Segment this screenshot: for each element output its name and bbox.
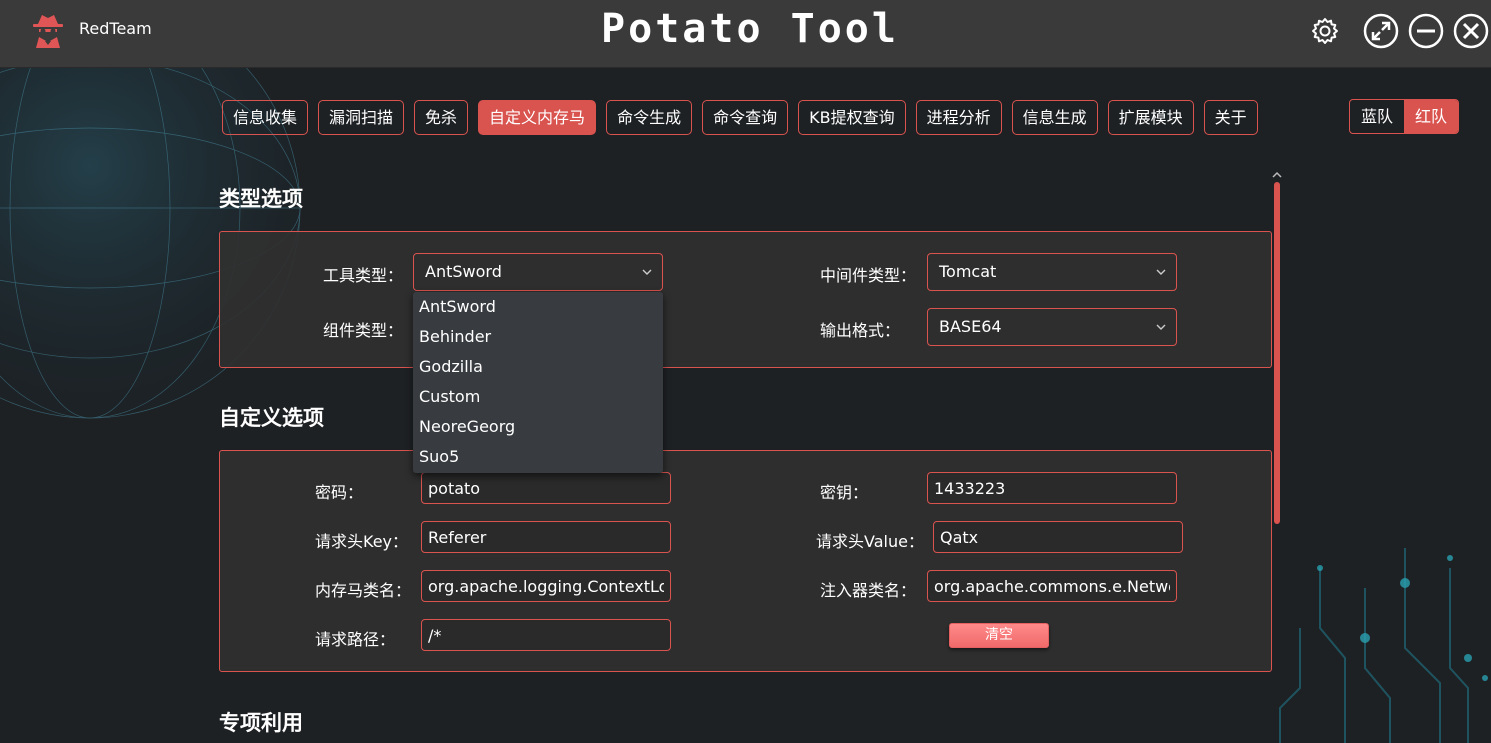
shell-class-input[interactable] xyxy=(421,570,671,602)
tab-command-gen[interactable]: 命令生成 xyxy=(606,100,693,135)
maximize-button[interactable] xyxy=(1363,13,1399,49)
middleware-type-select[interactable]: Tomcat xyxy=(927,253,1177,291)
injector-class-input[interactable] xyxy=(927,570,1177,602)
tab-kb-query[interactable]: KB提权查询 xyxy=(798,100,906,135)
close-button[interactable] xyxy=(1453,13,1489,49)
tab-extensions[interactable]: 扩展模块 xyxy=(1107,100,1194,135)
scroll-up-icon[interactable] xyxy=(1271,170,1283,180)
chevron-down-icon xyxy=(1156,324,1166,330)
tab-vuln-scan[interactable]: 漏洞扫描 xyxy=(318,100,405,135)
tab-memory-shell[interactable]: 自定义内存马 xyxy=(478,100,597,135)
spy-hacker-icon xyxy=(33,15,63,48)
chevron-down-icon xyxy=(1156,269,1166,275)
dropdown-option-antsword[interactable]: AntSword xyxy=(413,292,663,322)
tab-command-query[interactable]: 命令查询 xyxy=(702,100,789,135)
shell-class-label: 内存马类名： xyxy=(315,581,412,600)
settings-button[interactable] xyxy=(1307,13,1343,49)
app-name: RedTeam xyxy=(79,19,152,38)
type-section-title: 类型选项 xyxy=(219,187,303,211)
blue-team-button[interactable]: 蓝队 xyxy=(1350,100,1404,133)
output-format-select[interactable]: BASE64 xyxy=(927,308,1177,346)
scrollbar-thumb[interactable] xyxy=(1274,182,1280,524)
gear-icon xyxy=(1312,18,1338,44)
dropdown-option-neoregeorg[interactable]: NeoreGeorg xyxy=(413,412,663,442)
tab-info-gen[interactable]: 信息生成 xyxy=(1011,100,1098,135)
tool-type-label: 工具类型： xyxy=(323,266,404,285)
header-value-label: 请求头Value： xyxy=(816,532,924,551)
tab-about[interactable]: 关于 xyxy=(1203,100,1258,135)
minimize-icon xyxy=(1408,13,1444,49)
injector-class-label: 注入器类名： xyxy=(820,581,917,600)
minimize-button[interactable] xyxy=(1408,13,1444,49)
dropdown-option-suo5[interactable]: Suo5 xyxy=(413,442,663,472)
type-options-panel xyxy=(219,231,1272,368)
password-input[interactable] xyxy=(421,472,671,504)
tab-info-collect[interactable]: 信息收集 xyxy=(222,100,309,135)
header-value-input[interactable] xyxy=(933,521,1183,553)
close-icon xyxy=(1453,13,1489,49)
dropdown-option-behinder[interactable]: Behinder xyxy=(413,322,663,352)
title-bar: RedTeam Potato Tool xyxy=(0,0,1491,68)
tab-process-analysis[interactable]: 进程分析 xyxy=(915,100,1002,135)
component-type-label: 组件类型： xyxy=(323,321,404,340)
password-label: 密码： xyxy=(315,483,364,502)
dropdown-option-godzilla[interactable]: Godzilla xyxy=(413,352,663,382)
request-path-label: 请求路径： xyxy=(315,630,396,649)
team-switch: 蓝队 红队 xyxy=(1349,99,1459,134)
key-input[interactable] xyxy=(927,472,1177,504)
tool-type-value: AntSword xyxy=(425,262,502,281)
maximize-icon xyxy=(1363,13,1399,49)
red-team-button[interactable]: 红队 xyxy=(1404,100,1458,133)
header-key-label: 请求头Key： xyxy=(315,532,409,551)
dropdown-option-custom[interactable]: Custom xyxy=(413,382,663,412)
special-section-title: 专项利用 xyxy=(219,711,303,735)
tab-av-evasion[interactable]: 免杀 xyxy=(414,100,469,135)
chevron-down-icon xyxy=(642,269,652,275)
tool-type-dropdown-list: AntSword Behinder Godzilla Custom NeoreG… xyxy=(413,292,663,473)
clear-button[interactable]: 清空 xyxy=(949,623,1049,648)
middleware-type-label: 中间件类型： xyxy=(820,266,917,285)
custom-section-title: 自定义选项 xyxy=(219,406,324,430)
key-label: 密钥： xyxy=(820,483,869,502)
header-key-input[interactable] xyxy=(421,521,671,553)
app-title: Potato Tool xyxy=(601,6,899,52)
middleware-type-value: Tomcat xyxy=(939,262,997,281)
main-nav: 信息收集 漏洞扫描 免杀 自定义内存马 命令生成 命令查询 KB提权查询 进程分… xyxy=(222,100,1258,135)
output-format-value: BASE64 xyxy=(939,317,1002,336)
request-path-input[interactable] xyxy=(421,619,671,651)
tool-type-select[interactable]: AntSword xyxy=(413,253,663,291)
output-format-label: 输出格式： xyxy=(820,321,901,340)
